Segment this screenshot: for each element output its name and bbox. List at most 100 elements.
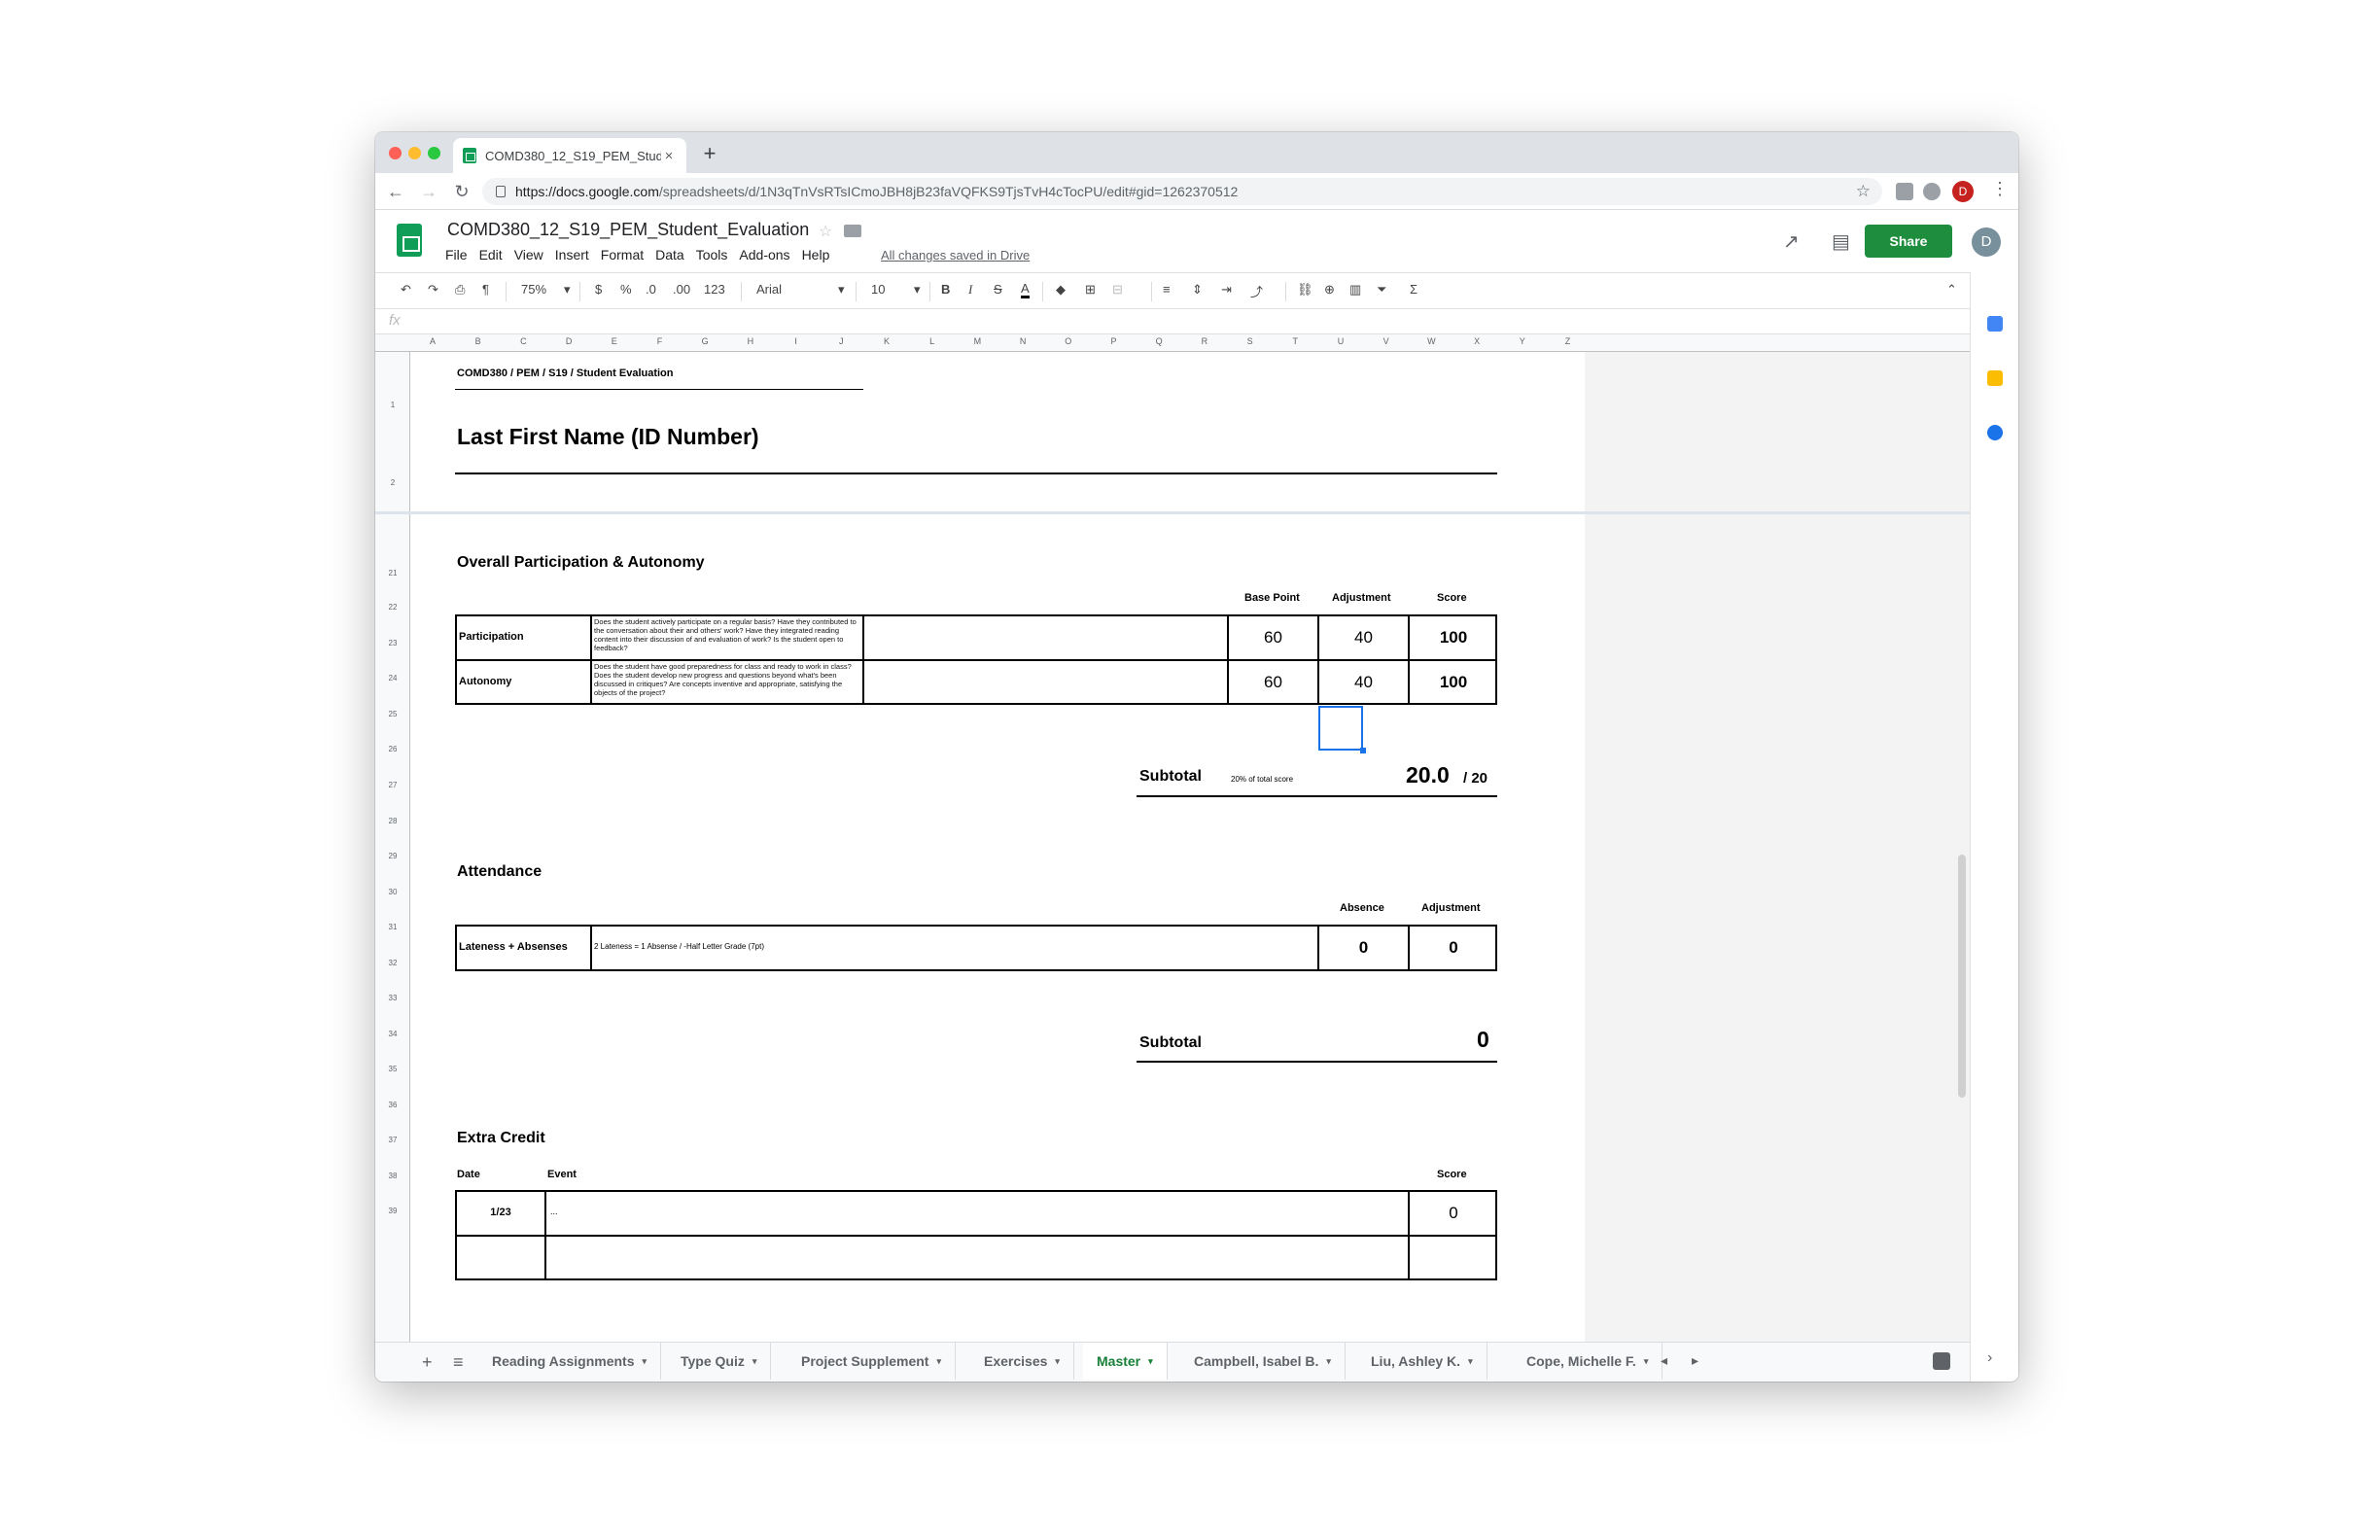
absence-value[interactable]: 0 bbox=[1319, 938, 1408, 958]
participation-base[interactable]: 60 bbox=[1229, 628, 1317, 648]
decrease-decimal-button[interactable]: .0 bbox=[646, 282, 656, 297]
menu-insert[interactable]: Insert bbox=[555, 247, 589, 262]
text-color-button[interactable]: A bbox=[1021, 282, 1030, 298]
bookmark-star-icon[interactable]: ☆ bbox=[1856, 182, 1871, 201]
row-header-33[interactable]: 33 bbox=[375, 994, 410, 1002]
row-header-26[interactable]: 26 bbox=[375, 745, 410, 753]
row-header-2[interactable]: 2 bbox=[375, 478, 410, 487]
column-header-u[interactable]: U bbox=[1318, 336, 1363, 346]
print-icon[interactable]: ⎙ bbox=[455, 282, 465, 298]
tab-close-icon[interactable]: × bbox=[661, 148, 677, 164]
font-size-select[interactable]: 10 bbox=[871, 282, 885, 297]
chrome-profile-icon[interactable]: D bbox=[1952, 181, 1974, 202]
frozen-rows-divider[interactable] bbox=[375, 511, 1970, 514]
row-header-24[interactable]: 24 bbox=[375, 674, 410, 682]
column-header-d[interactable]: D bbox=[546, 336, 591, 346]
sheets-logo-icon[interactable] bbox=[397, 224, 422, 257]
tab-liu-ashley[interactable]: Liu, Ashley K. ▾ bbox=[1357, 1343, 1488, 1380]
tab-type-quiz[interactable]: Type Quiz ▾ bbox=[667, 1343, 772, 1380]
row-header-27[interactable]: 27 bbox=[375, 781, 410, 789]
all-sheets-button[interactable]: ≡ bbox=[453, 1352, 464, 1373]
menu-data[interactable]: Data bbox=[655, 247, 684, 262]
column-header-t[interactable]: T bbox=[1273, 336, 1317, 346]
reload-icon[interactable]: ↻ bbox=[449, 179, 474, 204]
column-header-s[interactable]: S bbox=[1228, 336, 1273, 346]
horizontal-align-icon[interactable]: ≡ bbox=[1163, 282, 1171, 297]
selected-cell[interactable] bbox=[1318, 706, 1363, 751]
scroll-tabs-left-icon[interactable]: ◂ bbox=[1661, 1352, 1667, 1369]
paint-format-icon[interactable]: ¶ bbox=[482, 282, 489, 297]
attendance-subtotal-value[interactable]: 0 bbox=[1477, 1027, 1489, 1053]
column-header-x[interactable]: X bbox=[1454, 336, 1499, 346]
tab-project-supplement[interactable]: Project Supplement ▾ bbox=[788, 1343, 956, 1380]
expand-panel-icon[interactable]: › bbox=[1987, 1349, 2003, 1366]
save-status[interactable]: All changes saved in Drive bbox=[881, 248, 1030, 262]
row-header-38[interactable]: 38 bbox=[375, 1172, 410, 1180]
column-header-y[interactable]: Y bbox=[1500, 336, 1545, 346]
percent-format-button[interactable]: % bbox=[620, 282, 632, 297]
row-header-34[interactable]: 34 bbox=[375, 1030, 410, 1038]
autonomy-adjustment[interactable]: 40 bbox=[1319, 673, 1408, 692]
collapse-toolbar-icon[interactable]: ⌃ bbox=[1946, 282, 1957, 298]
facebook-extension-icon[interactable] bbox=[1896, 183, 1913, 200]
calendar-icon[interactable] bbox=[1987, 316, 2003, 332]
merge-cells-icon[interactable]: ⊟ bbox=[1112, 282, 1123, 298]
column-header-f[interactable]: F bbox=[638, 336, 682, 346]
row-header-32[interactable]: 32 bbox=[375, 959, 410, 967]
close-window-button[interactable] bbox=[389, 147, 402, 159]
menu-format[interactable]: Format bbox=[601, 247, 644, 262]
row-header-21[interactable]: 21 bbox=[375, 569, 410, 578]
column-header-w[interactable]: W bbox=[1409, 336, 1453, 346]
row-header-37[interactable]: 37 bbox=[375, 1136, 410, 1144]
font-select[interactable]: Arial bbox=[756, 282, 782, 297]
column-header-o[interactable]: O bbox=[1046, 336, 1091, 346]
column-header-j[interactable]: J bbox=[819, 336, 863, 346]
autonomy-score[interactable]: 100 bbox=[1410, 673, 1497, 692]
redo-icon[interactable]: ↷ bbox=[428, 282, 438, 298]
column-header-l[interactable]: L bbox=[910, 336, 955, 346]
column-header-k[interactable]: K bbox=[864, 336, 909, 346]
column-header-g[interactable]: G bbox=[682, 336, 727, 346]
tab-master[interactable]: Master ▾ bbox=[1083, 1343, 1168, 1380]
explore-icon[interactable] bbox=[1933, 1352, 1950, 1370]
undo-icon[interactable]: ↶ bbox=[401, 282, 411, 298]
row-header-22[interactable]: 22 bbox=[375, 603, 410, 612]
tab-exercises[interactable]: Exercises ▾ bbox=[970, 1343, 1074, 1380]
filter-icon[interactable]: ⏷ bbox=[1377, 282, 1386, 298]
text-rotate-icon[interactable]: ⤴ bbox=[1250, 282, 1263, 300]
column-header-c[interactable]: C bbox=[501, 336, 545, 346]
insert-link-icon[interactable]: ⛓ bbox=[1297, 282, 1313, 298]
chrome-menu-icon[interactable]: ⋮ bbox=[1991, 179, 2009, 199]
attendance-adjustment-value[interactable]: 0 bbox=[1410, 938, 1497, 958]
participation-subtotal-value[interactable]: 20.0 bbox=[1406, 762, 1450, 788]
column-header-p[interactable]: P bbox=[1092, 336, 1137, 346]
fill-handle[interactable] bbox=[1360, 748, 1366, 753]
minimize-window-button[interactable] bbox=[408, 147, 421, 159]
tab-cope-michelle[interactable]: Cope, Michelle F. ▾ bbox=[1513, 1343, 1663, 1380]
italic-button[interactable]: I bbox=[968, 282, 972, 298]
spreadsheet-grid[interactable]: ABCDEFGHIJKLMNOPQRSTUVWXYZ 1 2 21 22 23 24 25 2… bbox=[375, 334, 1970, 1342]
row-header-35[interactable]: 35 bbox=[375, 1065, 410, 1073]
back-icon[interactable]: ← bbox=[383, 179, 408, 204]
extra-credit-event[interactable]: ... bbox=[550, 1207, 558, 1216]
insert-comment-icon[interactable]: ⊕ bbox=[1324, 282, 1335, 298]
formula-bar[interactable]: fx bbox=[375, 309, 1970, 334]
row-header-1[interactable]: 1 bbox=[375, 401, 410, 409]
row-header-28[interactable]: 28 bbox=[375, 817, 410, 825]
column-header-r[interactable]: R bbox=[1182, 336, 1227, 346]
text-wrap-icon[interactable]: ⇥ bbox=[1221, 282, 1232, 298]
increase-decimal-button[interactable]: .00 bbox=[673, 282, 690, 297]
column-header-h[interactable]: H bbox=[728, 336, 773, 346]
star-icon[interactable]: ☆ bbox=[819, 222, 832, 241]
new-tab-button[interactable]: + bbox=[696, 140, 723, 167]
row-header-31[interactable]: 31 bbox=[375, 923, 410, 931]
row-header-25[interactable]: 25 bbox=[375, 710, 410, 718]
row-header-23[interactable]: 23 bbox=[375, 639, 410, 648]
share-button[interactable]: Share bbox=[1865, 225, 1952, 258]
row-header-29[interactable]: 29 bbox=[375, 852, 410, 860]
activity-trend-icon[interactable]: ↗ bbox=[1783, 229, 1800, 254]
tab-campbell-isabel[interactable]: Campbell, Isabel B. ▾ bbox=[1180, 1343, 1346, 1380]
row-header-39[interactable]: 39 bbox=[375, 1207, 410, 1215]
column-header-i[interactable]: I bbox=[774, 336, 819, 346]
row-header-30[interactable]: 30 bbox=[375, 888, 410, 896]
